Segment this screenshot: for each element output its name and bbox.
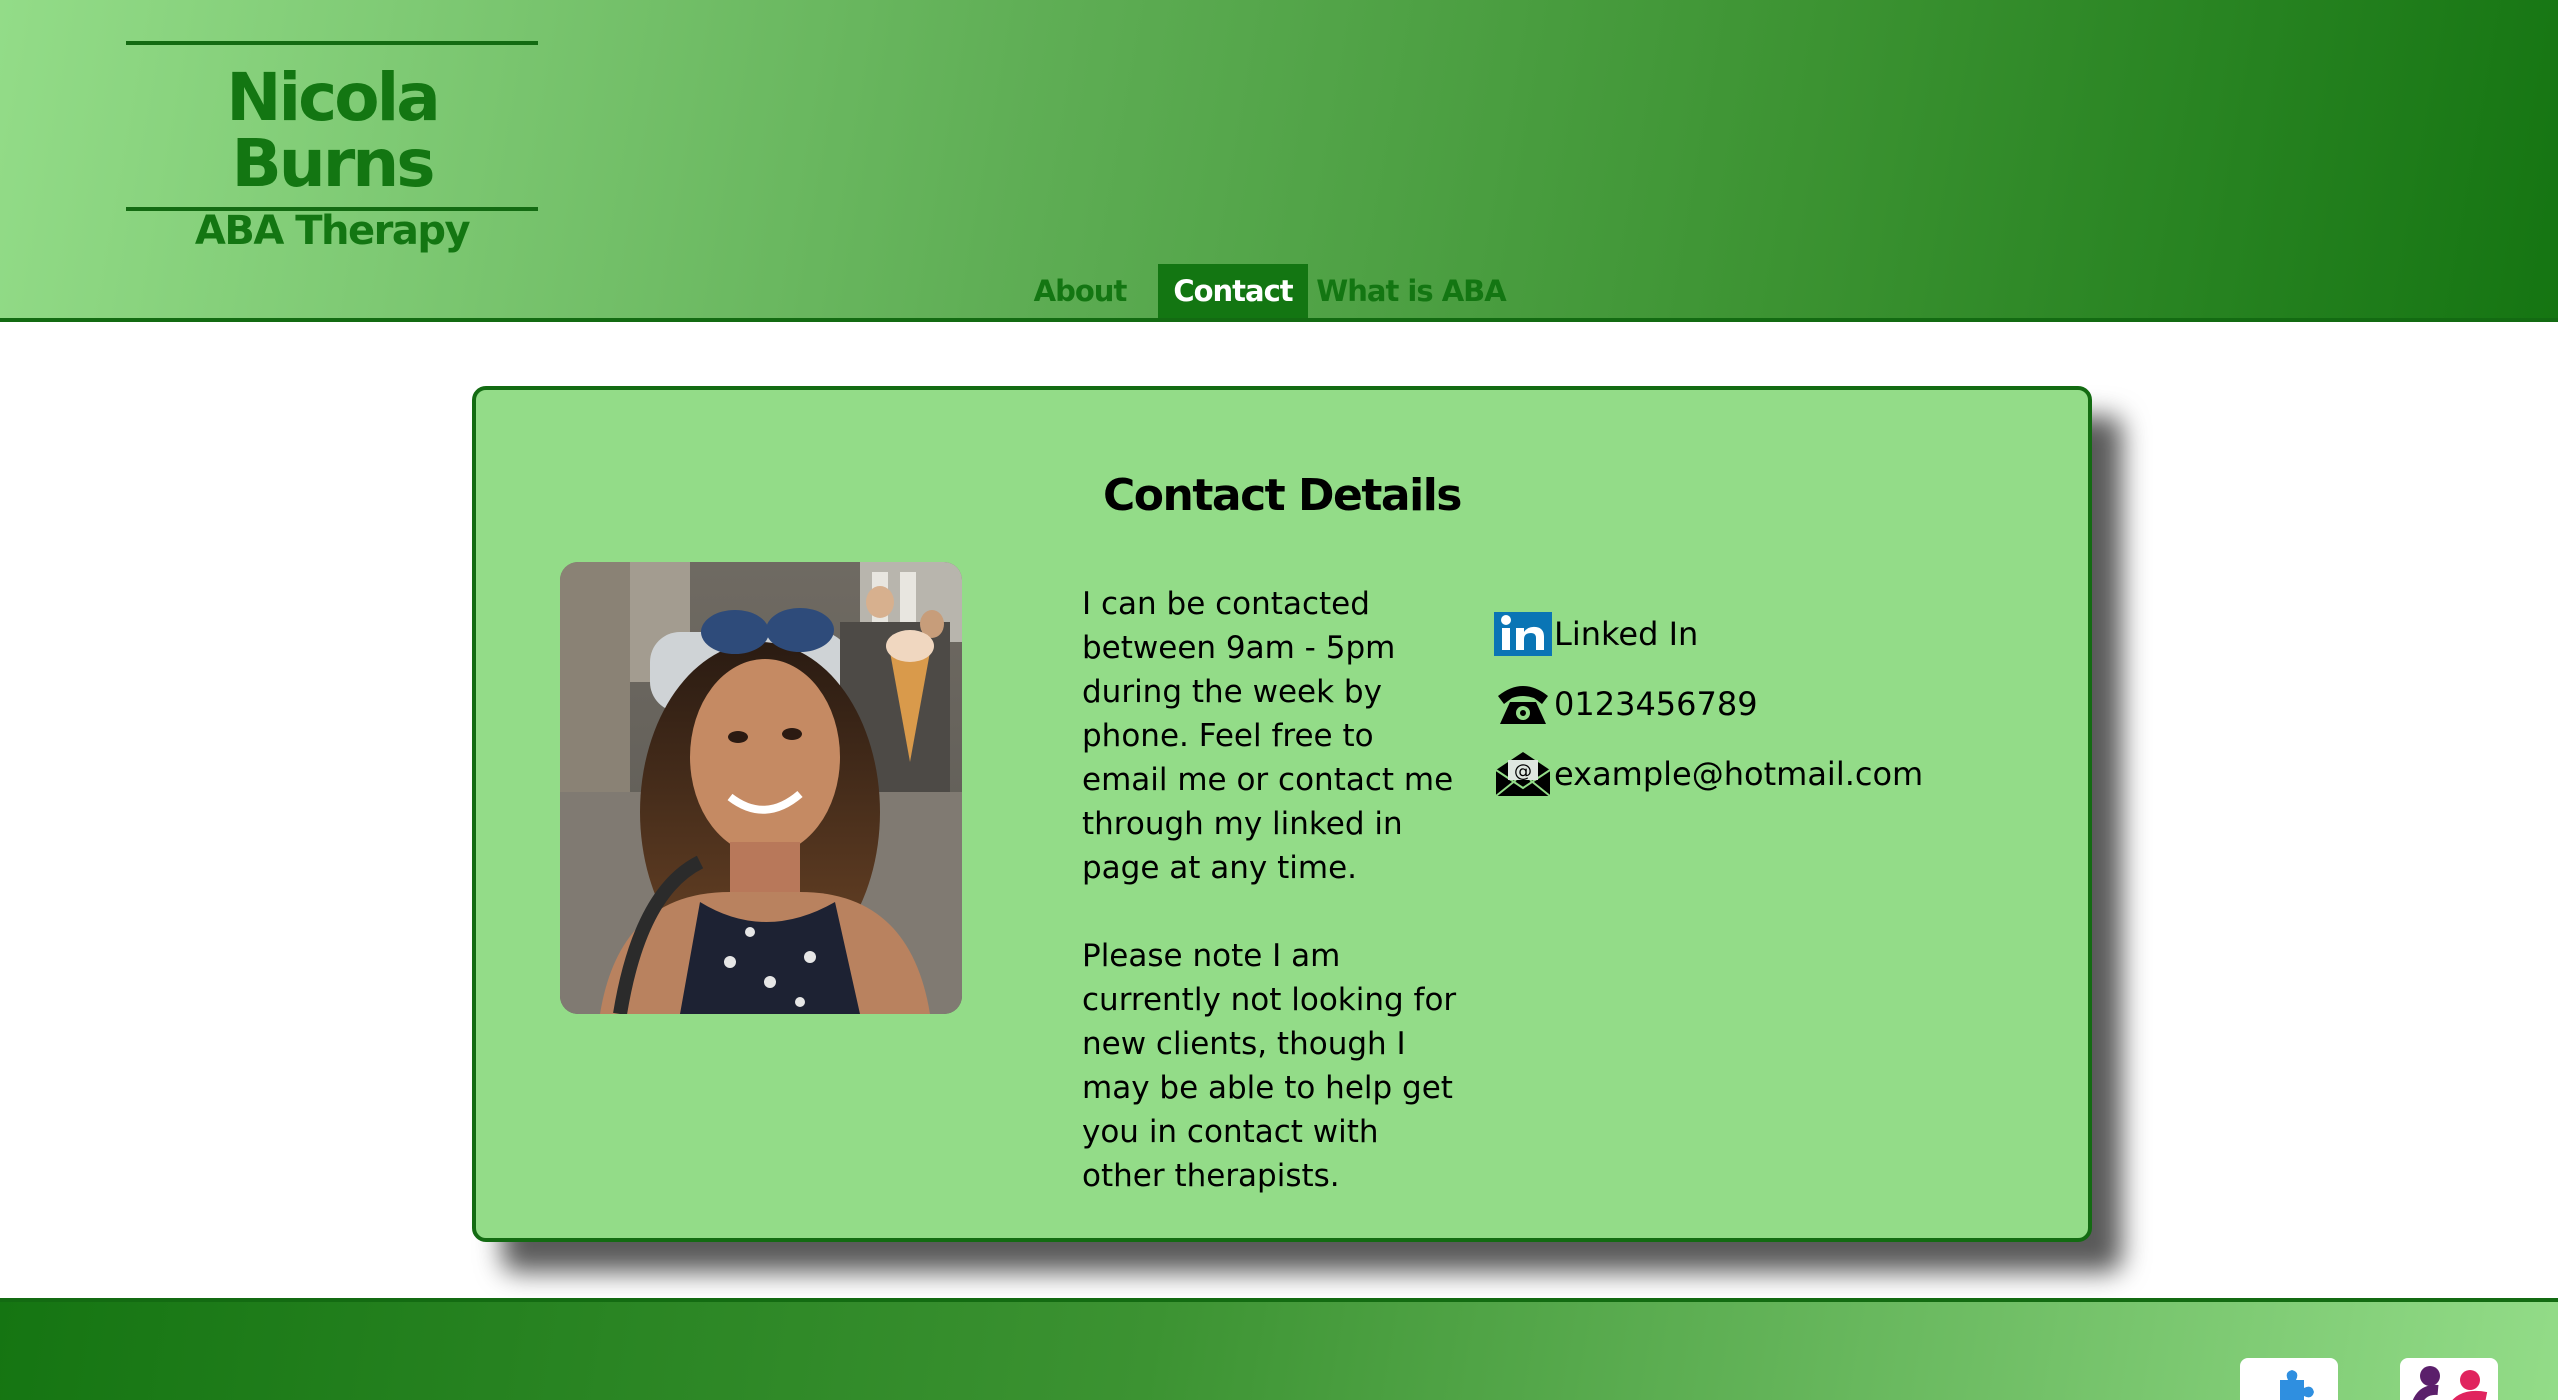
- email-link[interactable]: @ example@hotmail.com: [1494, 750, 1923, 798]
- contact-links: Linked In 0123456789 @ example@hotmail.c…: [1494, 610, 1923, 820]
- people-logo-icon[interactable]: [2400, 1358, 2498, 1400]
- contact-card: Contact Details I can be contacted betwe…: [472, 386, 2092, 1242]
- linkedin-link[interactable]: Linked In: [1494, 610, 1923, 658]
- svg-text:@: @: [1514, 761, 1532, 782]
- contact-description: I can be contacted between 9am - 5pm dur…: [1082, 582, 1462, 1242]
- brand-subtitle: ABA Therapy: [194, 208, 471, 254]
- linkedin-label: Linked In: [1554, 615, 1699, 653]
- site-footer: [0, 1298, 2558, 1400]
- contact-note-text: Please note I am currently not looking f…: [1082, 938, 1457, 1194]
- email-icon: @: [1494, 750, 1552, 798]
- contact-hours-text: I can be contacted between 9am - 5pm dur…: [1082, 586, 1454, 886]
- contact-title: Contact Details: [1103, 470, 1462, 521]
- puzzle-icon[interactable]: [2240, 1358, 2338, 1400]
- site-brand[interactable]: Nicola Burns ABA Therapy: [126, 41, 538, 251]
- profile-photo: [560, 562, 962, 1014]
- nav-what-is-aba[interactable]: What is ABA: [1316, 264, 1506, 318]
- phone-link[interactable]: 0123456789: [1494, 680, 1923, 728]
- nav-contact[interactable]: Contact: [1158, 264, 1308, 318]
- phone-icon: [1494, 680, 1552, 728]
- phone-number: 0123456789: [1554, 685, 1758, 723]
- main-nav: About Contact What is ABA: [0, 264, 2558, 318]
- brand-name: Nicola Burns: [226, 59, 441, 202]
- nav-about[interactable]: About: [1010, 264, 1150, 318]
- site-header: Nicola Burns ABA Therapy About Contact W…: [0, 0, 2558, 322]
- email-address: example@hotmail.com: [1554, 755, 1924, 793]
- linkedin-icon: [1494, 610, 1552, 658]
